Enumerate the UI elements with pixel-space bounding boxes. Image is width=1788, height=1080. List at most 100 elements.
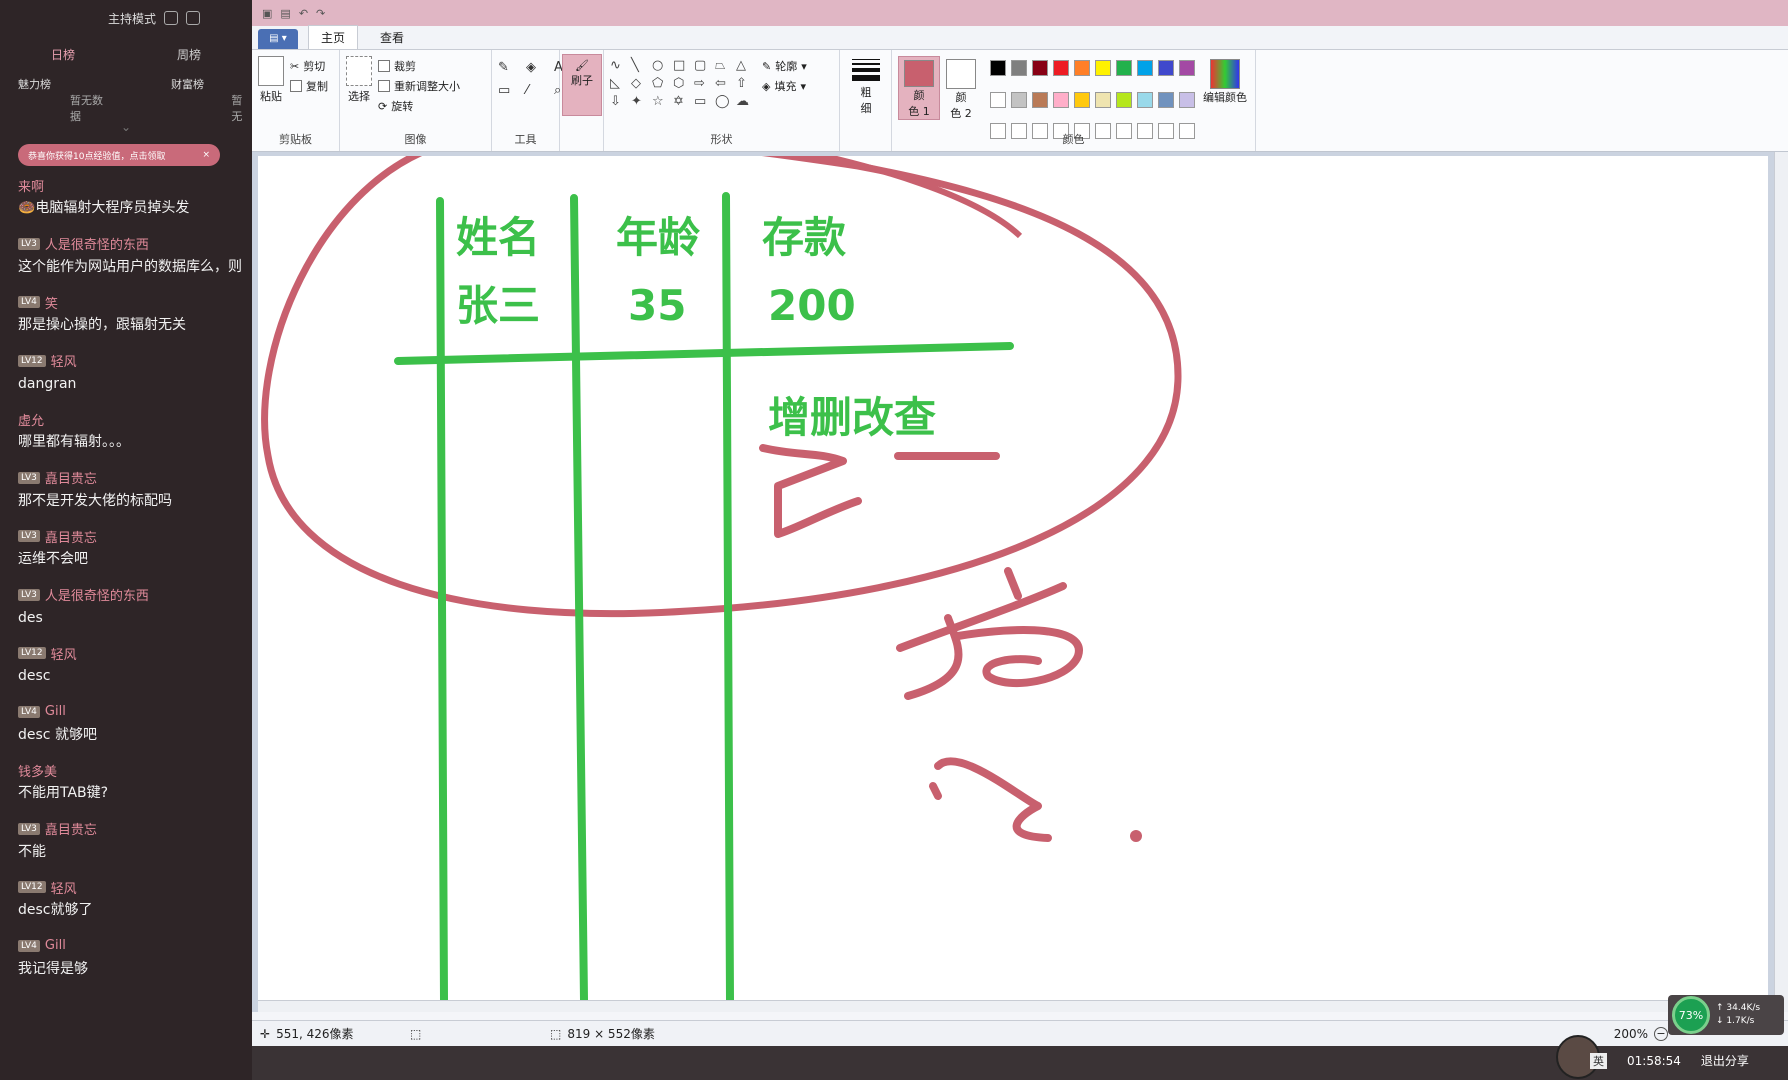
chat-username[interactable]: 嚞目贵忘 [45, 819, 97, 838]
right-triangle-shape-icon[interactable]: ◺ [610, 76, 628, 91]
triangle-shape-icon[interactable]: △ [736, 58, 754, 73]
line-shape-icon[interactable]: ╲ [631, 58, 649, 73]
chat-username[interactable]: Gill [45, 938, 66, 953]
palette-swatch[interactable] [990, 91, 1006, 108]
select-button[interactable]: 选择 [346, 56, 372, 116]
fill-button[interactable]: ◈ 填充 ▾ [762, 76, 807, 96]
four-point-star-icon[interactable]: ✦ [631, 94, 649, 109]
palette-swatch[interactable] [1053, 60, 1069, 76]
down-arrow-shape-icon[interactable]: ⇩ [610, 94, 628, 109]
eraser-icon[interactable]: ▭ [498, 83, 518, 98]
resize-label: 重新调整大小 [394, 80, 460, 93]
right-arrow-shape-icon[interactable]: ⇨ [694, 76, 712, 91]
outline-button[interactable]: ✎ 轮廓 ▾ [762, 56, 807, 76]
level-badge: LV3 [18, 530, 40, 542]
copy-button[interactable]: 复制 [290, 76, 328, 96]
chevron-down-icon[interactable]: ⌄ [0, 120, 252, 138]
wealth-rank-tab[interactable]: 财富榜 [171, 76, 204, 92]
chat-message: LV4 Gill desc 就够吧 [18, 701, 252, 760]
chat-username[interactable]: 钱多美 [18, 761, 57, 780]
rotate-button[interactable]: ⟳ 旋转 [378, 96, 460, 116]
quick-save-icon[interactable]: ▤ [280, 7, 290, 20]
ime-language[interactable]: 英 [1590, 1052, 1607, 1069]
resize-button[interactable]: 重新调整大小 [378, 76, 460, 96]
palette-swatch[interactable] [1179, 60, 1195, 76]
palette-swatch[interactable] [1116, 60, 1132, 76]
chat-username[interactable]: 轻风 [51, 644, 77, 663]
palette-swatch[interactable] [1011, 91, 1027, 108]
cloud-callout-shape-icon[interactable]: ☁ [736, 94, 754, 109]
palette-swatch[interactable] [1074, 91, 1090, 108]
charm-rank-tab[interactable]: 魅力榜 [18, 76, 51, 92]
palette-swatch[interactable] [1137, 91, 1153, 108]
reward-notice[interactable]: 恭喜你获得10点经验值，点击领取 × [18, 144, 220, 166]
palette-swatch[interactable] [1032, 60, 1048, 76]
close-icon[interactable]: × [202, 150, 210, 160]
drawing-canvas[interactable]: 姓名 年龄 存款 张三 35 200 增删改查 [258, 156, 1768, 1000]
up-arrow-shape-icon[interactable]: ⇧ [736, 76, 754, 91]
diamond-shape-icon[interactable]: ◇ [631, 76, 649, 91]
horizontal-scrollbar[interactable] [258, 1000, 1774, 1012]
fill-bucket-icon[interactable]: ◈ [526, 60, 546, 75]
rectangle-shape-icon[interactable]: □ [673, 58, 691, 73]
size-button[interactable]: 粗 细 [846, 56, 886, 116]
chat-username[interactable]: 笑 [45, 293, 58, 312]
color1-button[interactable]: 颜 色 1 [898, 56, 940, 120]
chat-username[interactable]: 人是很奇怪的东西 [45, 585, 149, 604]
palette-swatch[interactable] [1158, 91, 1174, 108]
palette-swatch[interactable] [1053, 91, 1069, 108]
file-menu-button[interactable]: ▤ ▾ [258, 29, 298, 49]
cut-button[interactable]: ✂ 剪切 [290, 56, 328, 76]
palette-swatch[interactable] [1116, 91, 1132, 108]
shapes-gallery[interactable]: ∿ ╲ ○ □ ▢ ⏢ △ ◺ ◇ ⬠ ⬡ ⇨ ⇦ ⇧ ⇩ ✦ ☆ ✡ ▭ ◯ ☁ [610, 58, 754, 109]
pencil-icon[interactable]: ✎ [498, 60, 518, 75]
popout-icon[interactable] [186, 11, 201, 25]
chat-username[interactable]: 嚞目贵忘 [45, 527, 97, 546]
network-monitor-widget[interactable]: 73% ↑ 34.4K/s ↓ 1.7K/s [1668, 995, 1784, 1035]
callout-shape-icon[interactable]: ▭ [694, 94, 712, 109]
five-point-star-icon[interactable]: ☆ [652, 94, 670, 109]
tab-weekly[interactable]: 周榜 [126, 46, 252, 63]
undo-icon[interactable]: ↶ [299, 7, 308, 20]
crop-button[interactable]: 裁剪 [378, 56, 460, 76]
tab-daily[interactable]: 日榜 [0, 46, 126, 63]
palette-swatch[interactable] [1179, 91, 1195, 108]
tab-view[interactable]: 查看 [368, 26, 416, 49]
hexagon-shape-icon[interactable]: ⬡ [673, 76, 691, 91]
tab-home[interactable]: 主页 [308, 25, 359, 49]
host-mode-label[interactable]: 主持模式 [108, 10, 156, 27]
chat-message: LV4 笑那是操心操的，跟辐射无关 [18, 291, 252, 350]
chat-username[interactable]: 轻风 [51, 878, 77, 897]
exit-share-button[interactable]: 退出分享 [1701, 1052, 1749, 1069]
chat-username[interactable]: Gill [45, 704, 66, 719]
palette-swatch[interactable] [1074, 60, 1090, 76]
rounded-rectangle-shape-icon[interactable]: ▢ [694, 58, 712, 73]
palette-swatch[interactable] [1158, 60, 1174, 76]
palette-swatch[interactable] [1011, 60, 1027, 76]
paste-button[interactable]: 粘贴 [258, 56, 284, 104]
left-arrow-shape-icon[interactable]: ⇦ [715, 76, 733, 91]
chat-username[interactable]: 来啊 [18, 176, 44, 195]
chat-username[interactable]: 轻风 [51, 351, 77, 370]
chat-username[interactable]: 虚允 [18, 410, 44, 429]
vertical-scrollbar[interactable] [1774, 152, 1788, 1012]
pentagon-shape-icon[interactable]: ⬠ [652, 76, 670, 91]
settings-icon[interactable] [164, 11, 179, 25]
curve-shape-icon[interactable]: ∿ [610, 58, 628, 73]
zoom-out-icon[interactable]: − [1654, 1026, 1668, 1041]
oval-shape-icon[interactable]: ○ [652, 58, 670, 73]
chat-username[interactable]: 人是很奇怪的东西 [45, 234, 149, 253]
chat-username[interactable]: 嚞目贵忘 [45, 468, 97, 487]
palette-swatch[interactable] [1032, 91, 1048, 108]
palette-swatch[interactable] [1095, 91, 1111, 108]
table-vline-2 [570, 194, 588, 1000]
palette-swatch[interactable] [1095, 60, 1111, 76]
palette-swatch[interactable] [1137, 60, 1153, 76]
color-picker-icon[interactable]: ⁄ [526, 83, 546, 98]
redo-icon[interactable]: ↷ [316, 7, 325, 20]
brush-button[interactable]: 🖌 刷子 [562, 54, 602, 116]
oval-callout-shape-icon[interactable]: ◯ [715, 94, 733, 109]
palette-swatch[interactable] [990, 60, 1006, 76]
polygon-shape-icon[interactable]: ⏢ [715, 58, 733, 73]
six-point-star-icon[interactable]: ✡ [673, 94, 691, 109]
